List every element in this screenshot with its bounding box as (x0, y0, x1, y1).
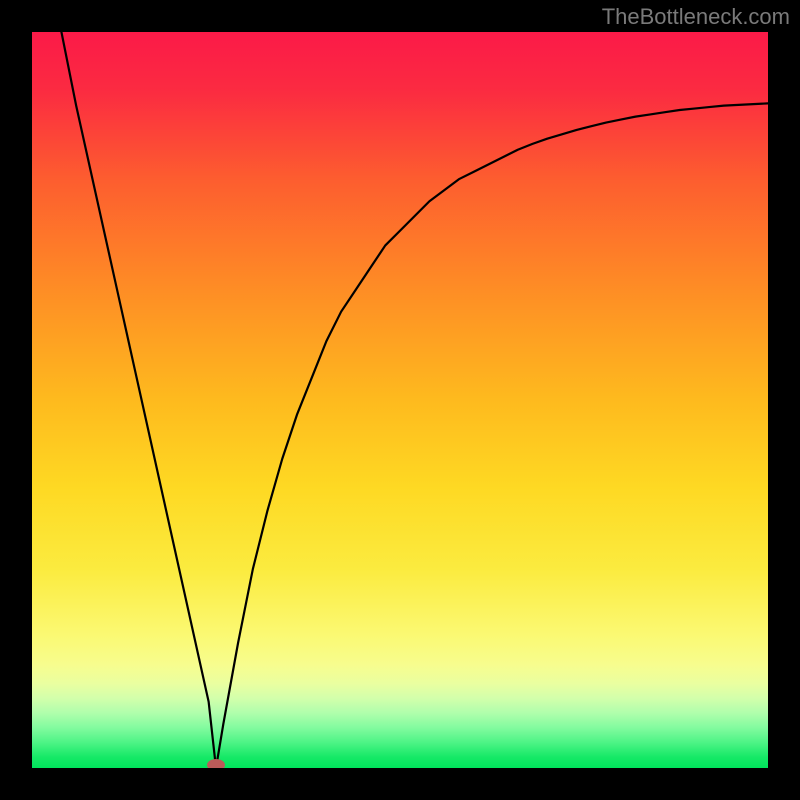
chart-frame: TheBottleneck.com (0, 0, 800, 800)
chart-plot-area (32, 32, 768, 768)
watermark-text: TheBottleneck.com (602, 4, 790, 30)
chart-svg (32, 32, 768, 768)
